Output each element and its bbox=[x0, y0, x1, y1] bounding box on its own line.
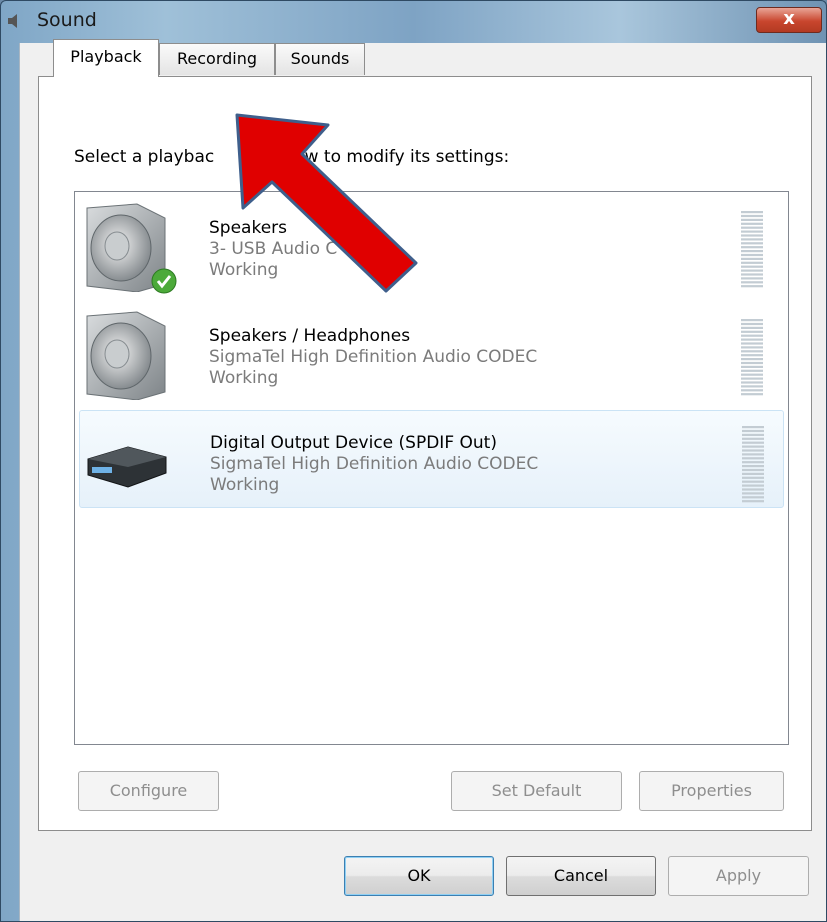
sound-dialog-window: Sound x Playback Recording Sounds Select… bbox=[0, 0, 827, 922]
volume-meter-icon bbox=[741, 211, 763, 288]
speaker-title-icon bbox=[8, 14, 17, 28]
device-driver: 3- USB Audio C bbox=[209, 239, 338, 259]
window-title: Sound bbox=[37, 9, 97, 31]
device-name: Digital Output Device (SPDIF Out) bbox=[210, 433, 497, 453]
device-item-speakers[interactable]: Speakers 3- USB Audio C Working bbox=[79, 196, 784, 294]
properties-button[interactable]: Properties bbox=[639, 771, 784, 811]
playback-device-list[interactable]: Speakers 3- USB Audio C Working Speakers… bbox=[74, 191, 789, 745]
device-driver: SigmaTel High Definition Audio CODEC bbox=[210, 454, 539, 474]
tab-recording[interactable]: Recording bbox=[159, 43, 275, 75]
configure-button[interactable]: Configure bbox=[78, 771, 219, 811]
device-driver: SigmaTel High Definition Audio CODEC bbox=[209, 347, 538, 367]
digital-output-device-icon bbox=[87, 446, 167, 488]
device-name: Speakers bbox=[209, 218, 288, 238]
device-item-digital-output[interactable]: Digital Output Device (SPDIF Out) SigmaT… bbox=[79, 410, 784, 508]
device-status: Working bbox=[209, 260, 279, 280]
cancel-button[interactable]: Cancel bbox=[506, 856, 656, 896]
default-checkmark-icon bbox=[151, 268, 177, 294]
title-bar[interactable]: Sound x bbox=[1, 1, 826, 41]
device-status: Working bbox=[210, 475, 280, 495]
speaker-icon bbox=[86, 311, 166, 400]
set-default-button[interactable]: Set Default bbox=[451, 771, 622, 811]
close-button[interactable]: x bbox=[756, 7, 822, 33]
tab-playback[interactable]: Playback bbox=[53, 39, 159, 77]
device-name: Speakers / Headphones bbox=[209, 326, 411, 346]
device-item-speakers-headphones[interactable]: Speakers / Headphones SigmaTel High Defi… bbox=[79, 304, 784, 402]
apply-button[interactable]: Apply bbox=[668, 856, 809, 896]
volume-meter-icon bbox=[742, 426, 764, 503]
volume-meter-icon bbox=[741, 319, 763, 396]
device-status: Working bbox=[209, 368, 279, 388]
tab-sounds[interactable]: Sounds bbox=[275, 43, 365, 75]
instruction-text: Select a playbac below to modify its set… bbox=[74, 147, 510, 167]
ok-button[interactable]: OK bbox=[344, 856, 494, 896]
